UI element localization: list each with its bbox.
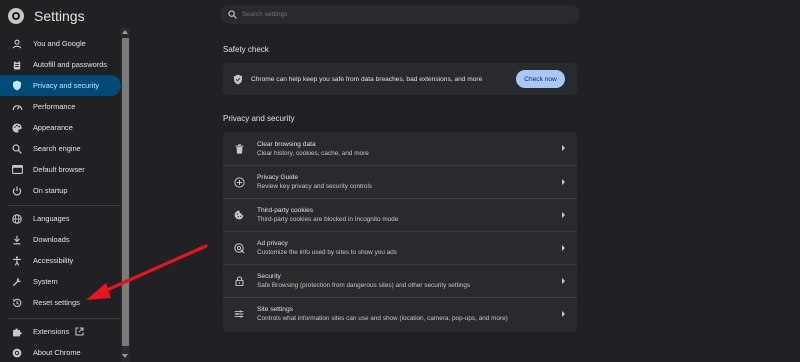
sidebar-item-label: Autofill and passwords [33, 60, 107, 69]
sidebar-item-languages[interactable]: Languages [0, 208, 121, 229]
chevron-right-icon [562, 311, 565, 317]
privacy-and-security-heading: Privacy and security [223, 114, 295, 123]
sidebar-item-on-startup[interactable]: On startup [0, 180, 121, 201]
sidebar-item-default-browser[interactable]: Default browser [0, 159, 121, 180]
privacy-and-security-card: Clear browsing data Clear history, cooki… [223, 132, 577, 332]
palette-icon [8, 123, 26, 133]
sidebar-item-label: Appearance [33, 123, 73, 132]
row-title: Third-party cookies [257, 207, 314, 214]
power-icon [8, 186, 26, 196]
check-now-button[interactable]: Check now [516, 70, 565, 88]
cookie-icon [233, 210, 245, 220]
sidebar-item-label: Performance [33, 102, 76, 111]
sidebar-scrollbar[interactable] [121, 28, 130, 362]
history-icon [8, 298, 26, 308]
annotation-arrow-icon [86, 244, 208, 300]
search-input[interactable] [242, 11, 562, 18]
row-subtitle: Customize the info used by sites to show… [257, 249, 397, 256]
trash-icon [233, 143, 245, 154]
shield-icon [8, 80, 26, 91]
accessibility-icon [8, 255, 26, 266]
search-icon [8, 143, 26, 154]
safety-check-card: Chrome can help keep you safe from data … [223, 63, 577, 95]
safety-check-description: Chrome can help keep you safe from data … [251, 75, 483, 83]
row-subtitle: Third-party cookies are blocked in Incog… [257, 216, 399, 223]
sidebar-item-label: On startup [33, 186, 68, 195]
browser-icon [8, 165, 26, 174]
sidebar-item-label: Search engine [33, 144, 81, 153]
sidebar-item-label: Downloads [33, 235, 70, 244]
sidebar-item-you-and-google[interactable]: You and Google [0, 33, 121, 54]
chevron-right-icon [562, 145, 565, 151]
ad-privacy-icon [233, 242, 245, 254]
sliders-icon [233, 309, 245, 319]
row-subtitle: Safe Browsing (protection from dangerous… [257, 282, 471, 289]
sidebar-item-label: Privacy and security [33, 81, 100, 90]
scroll-down-arrow-icon[interactable] [122, 354, 128, 358]
sidebar-item-label: Reset settings [33, 298, 80, 307]
chevron-right-icon [562, 212, 565, 218]
chevron-right-icon [562, 179, 565, 185]
sidebar-item-privacy-and-security[interactable]: Privacy and security [0, 75, 121, 96]
clear-browsing-data-row[interactable]: Clear browsing data Clear history, cooki… [223, 132, 577, 165]
site-settings-row[interactable]: Site settings Controls what information … [223, 297, 577, 330]
sidebar-item-label: Extensions [33, 327, 70, 336]
download-icon [8, 235, 26, 245]
shield-check-icon [233, 74, 243, 85]
sidebar-item-label: About Chrome [33, 348, 81, 357]
sidebar-divider [8, 318, 120, 319]
globe-icon [8, 213, 26, 224]
sidebar-item-label: Default browser [33, 165, 85, 174]
scroll-up-arrow-icon[interactable] [122, 30, 128, 34]
safety-check-heading: Safety check [223, 45, 269, 54]
row-title: Security [257, 273, 281, 280]
security-row[interactable]: Security Safe Browsing (protection from … [223, 264, 577, 297]
google-g-icon [8, 39, 26, 49]
lock-icon [233, 276, 245, 286]
row-subtitle: Review key privacy and security controls [257, 183, 373, 190]
sidebar-item-label: Accessibility [33, 256, 74, 265]
row-subtitle: Controls what information sites can use … [257, 315, 508, 322]
sidebar-item-performance[interactable]: Performance [0, 96, 121, 117]
sidebar-item-label: You and Google [33, 39, 86, 48]
sidebar-item-appearance[interactable]: Appearance [0, 117, 121, 138]
ad-privacy-row[interactable]: Ad privacy Customize the info used by si… [223, 231, 577, 264]
sidebar-divider [8, 205, 120, 206]
row-title: Privacy Guide [257, 174, 299, 181]
puzzle-icon [8, 327, 26, 337]
sidebar-item-about-chrome[interactable]: About Chrome [0, 342, 121, 362]
row-title: Clear browsing data [257, 140, 316, 148]
sidebar-item-label: System [33, 277, 58, 286]
sidebar-item-autofill[interactable]: Autofill and passwords [0, 54, 121, 75]
wrench-icon [8, 277, 26, 287]
chrome-logo-icon [8, 8, 24, 24]
row-title: Site settings [257, 306, 293, 313]
sidebar-item-extensions[interactable]: Extensions [0, 321, 121, 342]
compass-plus-icon [233, 176, 245, 188]
sidebar-item-search-engine[interactable]: Search engine [0, 138, 121, 159]
privacy-guide-row[interactable]: Privacy Guide Review key privacy and sec… [223, 165, 577, 198]
chrome-logo-icon [8, 348, 26, 358]
open-in-new-icon [75, 327, 84, 336]
row-title: Ad privacy [257, 240, 288, 247]
row-subtitle: Clear history, cookies, cache, and more [257, 149, 369, 157]
app-header: Settings [8, 5, 85, 27]
chevron-right-icon [562, 278, 565, 284]
clipboard-icon [8, 60, 26, 70]
sidebar-item-label: Languages [33, 214, 70, 223]
third-party-cookies-row[interactable]: Third-party cookies Third-party cookies … [223, 198, 577, 231]
chevron-right-icon [562, 245, 565, 251]
page-title: Settings [34, 8, 85, 24]
search-icon [228, 10, 237, 19]
speedometer-icon [8, 102, 26, 112]
search-bar[interactable] [220, 5, 580, 24]
